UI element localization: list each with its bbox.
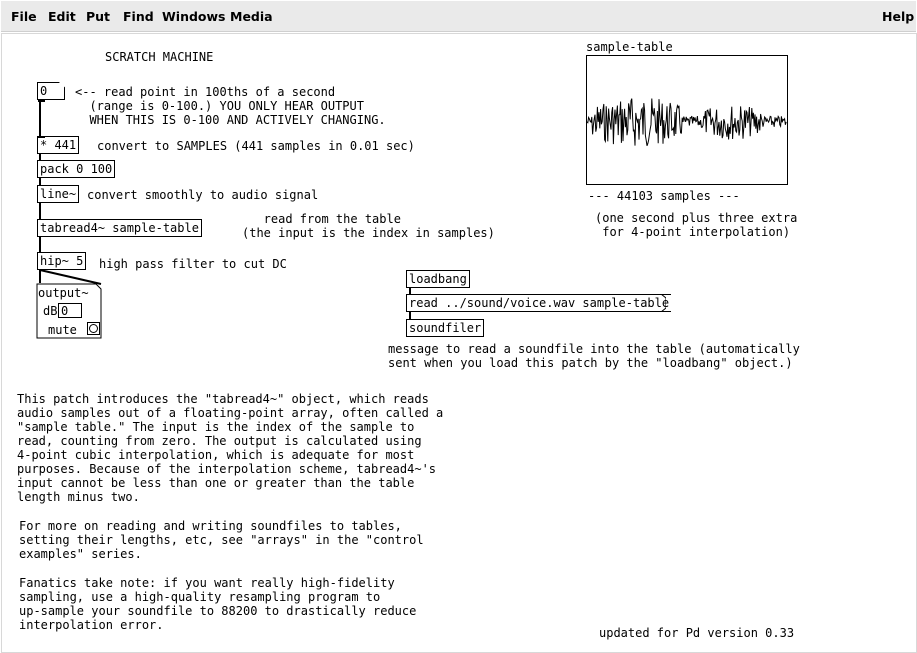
waveform-line	[586, 98, 787, 146]
read-point-number-box[interactable]: 0	[37, 82, 65, 100]
patch-cord	[39, 178, 41, 185]
menu-find[interactable]: Find	[123, 9, 154, 24]
fanatics-paragraph: Fanatics take note: if you want really h…	[19, 576, 417, 632]
menu-file[interactable]: File	[11, 9, 37, 24]
samples-label: --- 44103 samples ---	[588, 189, 740, 203]
line-comment: convert smoothly to audio signal	[87, 188, 319, 202]
menu-help[interactable]: Help	[882, 9, 914, 24]
multiply-object[interactable]: * 441	[37, 136, 80, 154]
tabread4-object[interactable]: tabread4~ sample-table	[37, 219, 202, 237]
soundfiler-object[interactable]: soundfiler	[406, 319, 485, 337]
waveform-plot	[586, 98, 787, 146]
menu-put[interactable]: Put	[86, 9, 110, 24]
patch-cord	[39, 203, 41, 219]
samples-comment: convert to SAMPLES (441 samples in 0.01 …	[97, 139, 415, 153]
version-note: updated for Pd version 0.33	[599, 626, 795, 640]
output-abstraction: output~ dB 0 mute	[36, 283, 102, 339]
patch-window: File Edit Put Find Windows Media Help SC…	[0, 0, 917, 653]
mute-toggle[interactable]	[87, 322, 100, 335]
patch-cord	[39, 101, 41, 136]
extra-samples-comment: (one second plus three extra for 4-point…	[595, 211, 798, 239]
menu-media[interactable]: Media	[230, 9, 273, 24]
read-message-box[interactable]: read ../sound/voice.wav sample-table	[406, 294, 672, 312]
inlet	[38, 136, 45, 138]
mute-bang-icon	[89, 324, 98, 333]
patch-title: SCRATCH MACHINE	[105, 50, 214, 64]
mute-label: mute	[48, 323, 77, 337]
read-table-comment: read from the table (the input is the in…	[242, 212, 495, 240]
table-name-label: sample-table	[586, 40, 673, 54]
output-title: output~	[38, 286, 89, 300]
line-object[interactable]: line~	[37, 185, 80, 203]
message-flag	[660, 294, 666, 312]
sample-table-graph[interactable]	[586, 55, 788, 185]
patch-cord	[39, 237, 41, 252]
pack-object[interactable]: pack 0 100	[37, 160, 116, 178]
menu-bar: File Edit Put Find Windows Media Help	[1, 1, 916, 32]
hip-comment: high pass filter to cut DC	[99, 257, 287, 271]
read-point-comment: <-- read point in 100ths of a second (ra…	[75, 85, 386, 127]
patch-cord	[409, 312, 411, 319]
menu-windows[interactable]: Windows	[162, 9, 226, 24]
intro-paragraph: This patch introduces the "tabread4~" ob…	[17, 392, 444, 504]
loadbang-object[interactable]: loadbang	[406, 270, 470, 288]
db-label: dB	[43, 304, 58, 318]
menu-edit[interactable]: Edit	[48, 9, 76, 24]
db-number-box[interactable]: 0	[58, 303, 82, 318]
soundfile-comment: message to read a soundfile into the tab…	[388, 342, 800, 370]
arrays-paragraph: For more on reading and writing soundfil…	[19, 519, 424, 561]
